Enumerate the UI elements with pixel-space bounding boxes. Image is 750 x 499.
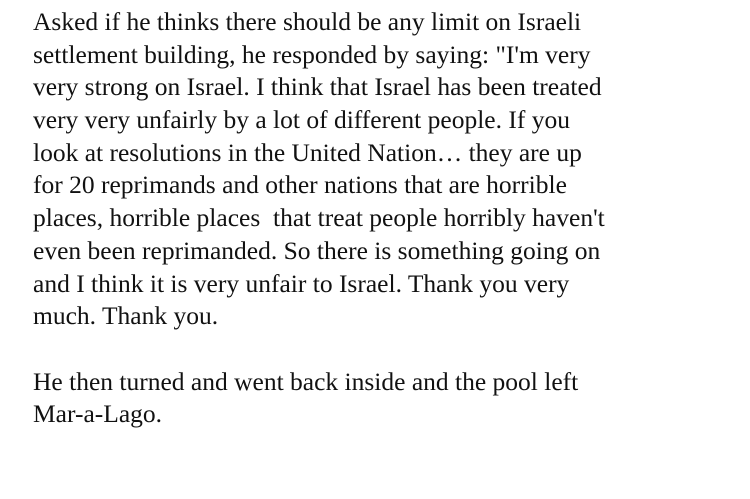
- text-line: very very unfairly by a lot of different…: [33, 105, 570, 135]
- text-line: much. Thank you.: [33, 301, 219, 331]
- paragraph-closing: He then turned and went back inside and …: [33, 366, 733, 431]
- text-line: for 20 reprimands and other nations that…: [33, 170, 567, 200]
- text-line: even been reprimanded. So there is somet…: [33, 235, 601, 265]
- paragraph-quote: Asked if he thinks there should be any l…: [33, 6, 733, 333]
- text-line: look at resolutions in the United Nation…: [33, 137, 582, 167]
- text-line: Mar-a-Lago.: [33, 399, 163, 429]
- text-line: and I think it is very unfair to Israel.…: [33, 268, 570, 298]
- text-line: Asked if he thinks there should be any l…: [33, 7, 582, 36]
- document-text: Asked if he thinks there should be any l…: [33, 6, 733, 431]
- text-line: places, horrible places that treat peopl…: [33, 203, 605, 233]
- text-line: He then turned and went back inside and …: [33, 366, 579, 396]
- text-line: very strong on Israel. I think that Isra…: [33, 72, 602, 102]
- text-line: settlement building, he responded by say…: [33, 39, 591, 69]
